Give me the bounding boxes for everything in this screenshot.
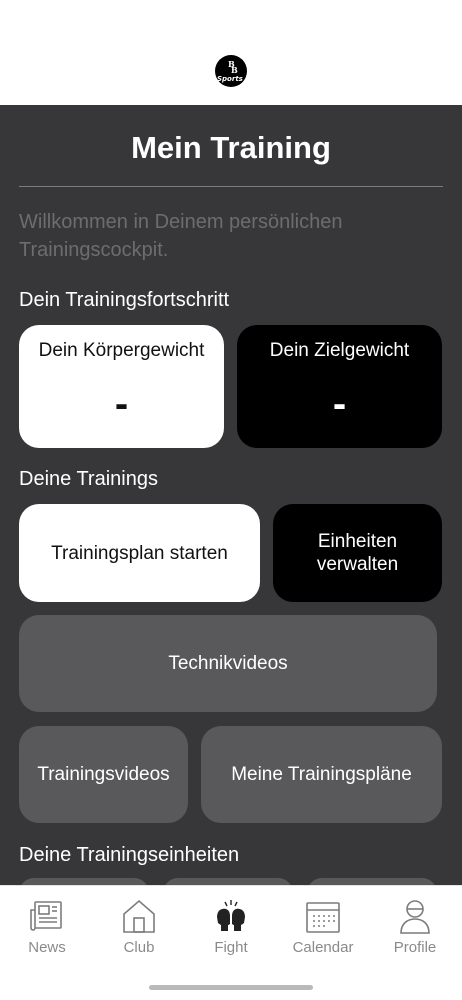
unit-card[interactable]	[19, 878, 149, 885]
nav-item-calendar[interactable]: Calendar	[283, 898, 363, 956]
home-indicator	[149, 985, 313, 990]
unit-card[interactable]	[163, 878, 293, 885]
nav-item-profile[interactable]: Profile	[375, 898, 455, 956]
nav-label-profile: Profile	[393, 939, 437, 956]
svg-text:B: B	[231, 65, 238, 75]
technique-videos-button[interactable]: Technikvideos	[19, 615, 437, 712]
body-weight-value: -	[114, 382, 129, 426]
profile-icon	[400, 900, 430, 934]
progress-section-label: Dein Trainingsfortschritt	[19, 289, 230, 311]
boxing-gloves-icon	[217, 900, 245, 931]
newspaper-icon	[30, 901, 62, 931]
nav-label-news: News	[28, 939, 66, 956]
page-title: Mein Training	[131, 130, 331, 165]
nav-label-club: Club	[123, 939, 155, 956]
manage-units-button[interactable]: Einheiten verwalten	[273, 504, 442, 602]
target-weight-card[interactable]: Dein Zielgewicht -	[237, 325, 442, 448]
bottom-nav: News Club Fight Calendar Profile	[0, 885, 462, 1000]
nav-item-fight[interactable]: Fight	[191, 898, 271, 956]
units-section-label: Deine Trainingseinheiten	[19, 844, 240, 866]
nav-item-club[interactable]: Club	[99, 898, 179, 956]
intro-text: Willkommen in Deinem persönlichen Traini…	[19, 211, 343, 261]
trainings-section-label: Deine Trainings	[19, 468, 158, 490]
start-plan-button[interactable]: Trainingsplan starten	[19, 504, 260, 602]
body-weight-label: Dein Körpergewicht	[38, 340, 205, 361]
nav-label-fight: Fight	[214, 939, 248, 956]
body-weight-card[interactable]: Dein Körpergewicht -	[19, 325, 224, 448]
target-weight-value: -	[332, 382, 347, 426]
svg-text:Sports: Sports	[217, 75, 243, 83]
home-icon	[123, 899, 155, 933]
nav-label-calendar: Calendar	[292, 939, 354, 956]
training-videos-button[interactable]: Trainingsvideos	[19, 726, 188, 823]
bb-sports-logo: B B Sports	[215, 55, 247, 87]
title-divider	[19, 186, 443, 187]
target-weight-label: Dein Zielgewicht	[269, 340, 410, 361]
my-plans-button[interactable]: Meine Trainingspläne	[201, 726, 442, 823]
unit-card[interactable]	[307, 878, 437, 885]
calendar-icon	[306, 902, 340, 933]
app-header: B B Sports	[0, 0, 462, 105]
nav-item-news[interactable]: News	[7, 898, 87, 956]
main-content: Mein Training Willkommen in Deinem persö…	[0, 105, 462, 885]
